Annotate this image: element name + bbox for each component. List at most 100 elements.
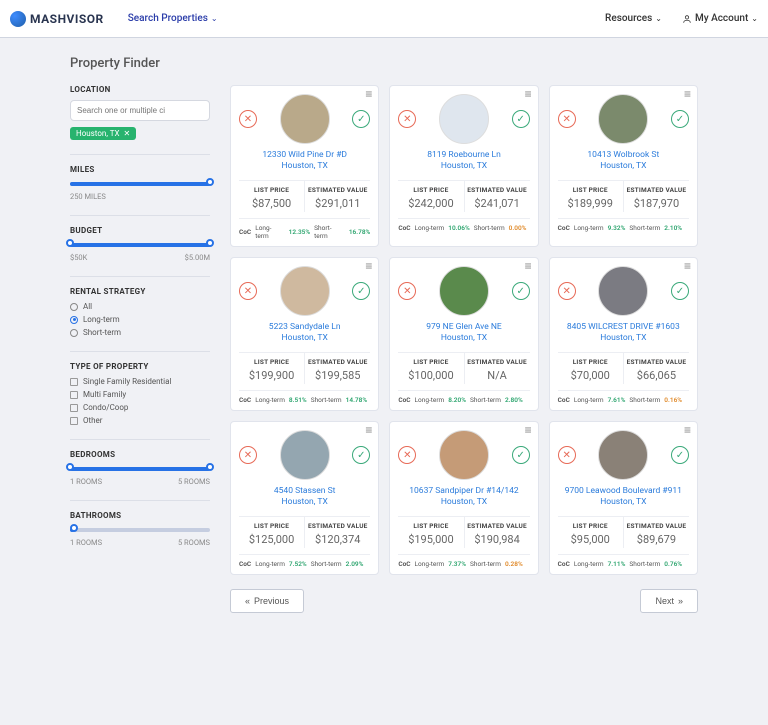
addr-line1: 979 NE Glen Ave NE xyxy=(398,322,529,333)
user-icon xyxy=(682,14,692,24)
location-search-input[interactable] xyxy=(70,100,210,121)
location-tag[interactable]: Houston, TX ✕ xyxy=(70,127,136,140)
accept-button[interactable]: ✓ xyxy=(352,282,370,300)
coc-short-label: Short-term xyxy=(474,224,505,232)
slider-thumb-min[interactable] xyxy=(66,239,74,247)
check-condo[interactable]: Condo/Coop xyxy=(70,403,210,412)
accept-button[interactable]: ✓ xyxy=(671,110,689,128)
card-menu-icon[interactable]: ≡ xyxy=(525,428,532,432)
coc-long-value: 9.32% xyxy=(608,224,626,232)
coc-prefix: CoC xyxy=(398,560,410,568)
property-address[interactable]: 10637 Sandpiper Dr #14/142 Houston, TX xyxy=(398,486,529,508)
nav-search-properties[interactable]: Search Properties ⌄ xyxy=(128,13,218,24)
check-other[interactable]: Other xyxy=(70,416,210,425)
price-row: LIST PRICE $199,900 ESTIMATED VALUE $199… xyxy=(239,352,370,384)
radio-all[interactable]: All xyxy=(70,302,210,311)
card-menu-icon[interactable]: ≡ xyxy=(365,264,372,268)
reject-button[interactable]: ✕ xyxy=(558,110,576,128)
card-menu-icon[interactable]: ≡ xyxy=(525,264,532,268)
reject-button[interactable]: ✕ xyxy=(239,110,257,128)
accept-button[interactable]: ✓ xyxy=(352,446,370,464)
reject-button[interactable]: ✕ xyxy=(398,110,416,128)
coc-row: CoC Long-term 10.06% Short-term 0.00% xyxy=(398,218,529,232)
accept-button[interactable]: ✓ xyxy=(512,110,530,128)
slider-thumb-max[interactable] xyxy=(206,239,214,247)
card-menu-icon[interactable]: ≡ xyxy=(684,92,691,96)
accept-button[interactable]: ✓ xyxy=(671,446,689,464)
bathrooms-slider[interactable] xyxy=(70,528,210,532)
property-address[interactable]: 9700 Leawood Boulevard #911 Houston, TX xyxy=(558,486,689,508)
slider-thumb-min[interactable] xyxy=(66,463,74,471)
nav-account[interactable]: My Account ⌄ xyxy=(682,13,758,24)
est-value: $66,065 xyxy=(624,369,689,382)
previous-button[interactable]: «Previous xyxy=(230,589,304,613)
accept-button[interactable]: ✓ xyxy=(671,282,689,300)
property-image[interactable] xyxy=(598,430,648,480)
reject-button[interactable]: ✕ xyxy=(239,446,257,464)
property-address[interactable]: 8119 Roebourne Ln Houston, TX xyxy=(398,150,529,172)
slider-thumb-max[interactable] xyxy=(206,463,214,471)
card-menu-icon[interactable]: ≡ xyxy=(365,92,372,96)
card-menu-icon[interactable]: ≡ xyxy=(525,92,532,96)
property-address[interactable]: 4540 Stassen St Houston, TX xyxy=(239,486,370,508)
check-multi[interactable]: Multi Family xyxy=(70,390,210,399)
property-image[interactable] xyxy=(598,94,648,144)
property-image[interactable] xyxy=(439,266,489,316)
bedrooms-slider[interactable] xyxy=(70,467,210,471)
addr-line2: Houston, TX xyxy=(558,497,689,508)
list-price-value: $100,000 xyxy=(398,369,463,382)
coc-long-label: Long-term xyxy=(574,396,604,404)
radio-long[interactable]: Long-term xyxy=(70,315,210,324)
property-image[interactable] xyxy=(598,266,648,316)
slider-thumb[interactable] xyxy=(206,178,214,186)
property-image[interactable] xyxy=(280,430,330,480)
reject-button[interactable]: ✕ xyxy=(239,282,257,300)
checkbox-icon xyxy=(70,378,78,386)
property-address[interactable]: 12330 Wild Pine Dr #D Houston, TX xyxy=(239,150,370,172)
reject-button[interactable]: ✕ xyxy=(558,446,576,464)
reject-button[interactable]: ✕ xyxy=(398,282,416,300)
card-menu-icon[interactable]: ≡ xyxy=(365,428,372,432)
property-address[interactable]: 8405 WILCREST DRIVE #1603 Houston, TX xyxy=(558,322,689,344)
reject-button[interactable]: ✕ xyxy=(558,282,576,300)
reject-button[interactable]: ✕ xyxy=(398,446,416,464)
budget-max: $5.00M xyxy=(185,253,210,262)
property-address[interactable]: 5223 Sandydale Ln Houston, TX xyxy=(239,322,370,344)
coc-long-label: Long-term xyxy=(415,224,445,232)
property-image[interactable] xyxy=(280,94,330,144)
price-row: LIST PRICE $189,999 ESTIMATED VALUE $187… xyxy=(558,180,689,212)
property-address[interactable]: 10413 Wolbrook St Houston, TX xyxy=(558,150,689,172)
property-address[interactable]: 979 NE Glen Ave NE Houston, TX xyxy=(398,322,529,344)
radio-short[interactable]: Short-term xyxy=(70,328,210,337)
chevron-left-icon: « xyxy=(245,596,250,606)
property-image[interactable] xyxy=(280,266,330,316)
property-image[interactable] xyxy=(439,94,489,144)
logo[interactable]: MASHVISOR xyxy=(10,11,104,27)
coc-long-value: 12.35% xyxy=(289,228,311,236)
est-value: $291,011 xyxy=(305,197,370,210)
card-menu-icon[interactable]: ≡ xyxy=(684,264,691,268)
addr-line1: 12330 Wild Pine Dr #D xyxy=(239,150,370,161)
list-price-label: LIST PRICE xyxy=(239,522,304,530)
header-right: Resources ⌄ My Account ⌄ xyxy=(605,13,758,24)
budget-slider[interactable] xyxy=(70,243,210,247)
location-label: LOCATION xyxy=(70,85,210,94)
card-menu-icon[interactable]: ≡ xyxy=(684,428,691,432)
close-icon[interactable]: ✕ xyxy=(124,129,131,138)
accept-button[interactable]: ✓ xyxy=(512,282,530,300)
check-sfr[interactable]: Single Family Residential xyxy=(70,377,210,386)
accept-button[interactable]: ✓ xyxy=(512,446,530,464)
next-button[interactable]: Next» xyxy=(640,589,698,613)
chevron-down-icon: ⌄ xyxy=(751,14,758,23)
slider-thumb[interactable] xyxy=(70,524,78,532)
accept-button[interactable]: ✓ xyxy=(352,110,370,128)
nav-resources[interactable]: Resources ⌄ xyxy=(605,13,662,24)
list-price-label: LIST PRICE xyxy=(558,186,623,194)
miles-slider[interactable] xyxy=(70,182,210,186)
bath-min: 1 ROOMS xyxy=(70,538,102,547)
header: MASHVISOR Search Properties ⌄ Resources … xyxy=(0,0,768,38)
addr-line1: 10637 Sandpiper Dr #14/142 xyxy=(398,486,529,497)
coc-row: CoC Long-term 8.20% Short-term 2.80% xyxy=(398,390,529,404)
property-image[interactable] xyxy=(439,430,489,480)
coc-short-value: 0.16% xyxy=(664,396,682,404)
